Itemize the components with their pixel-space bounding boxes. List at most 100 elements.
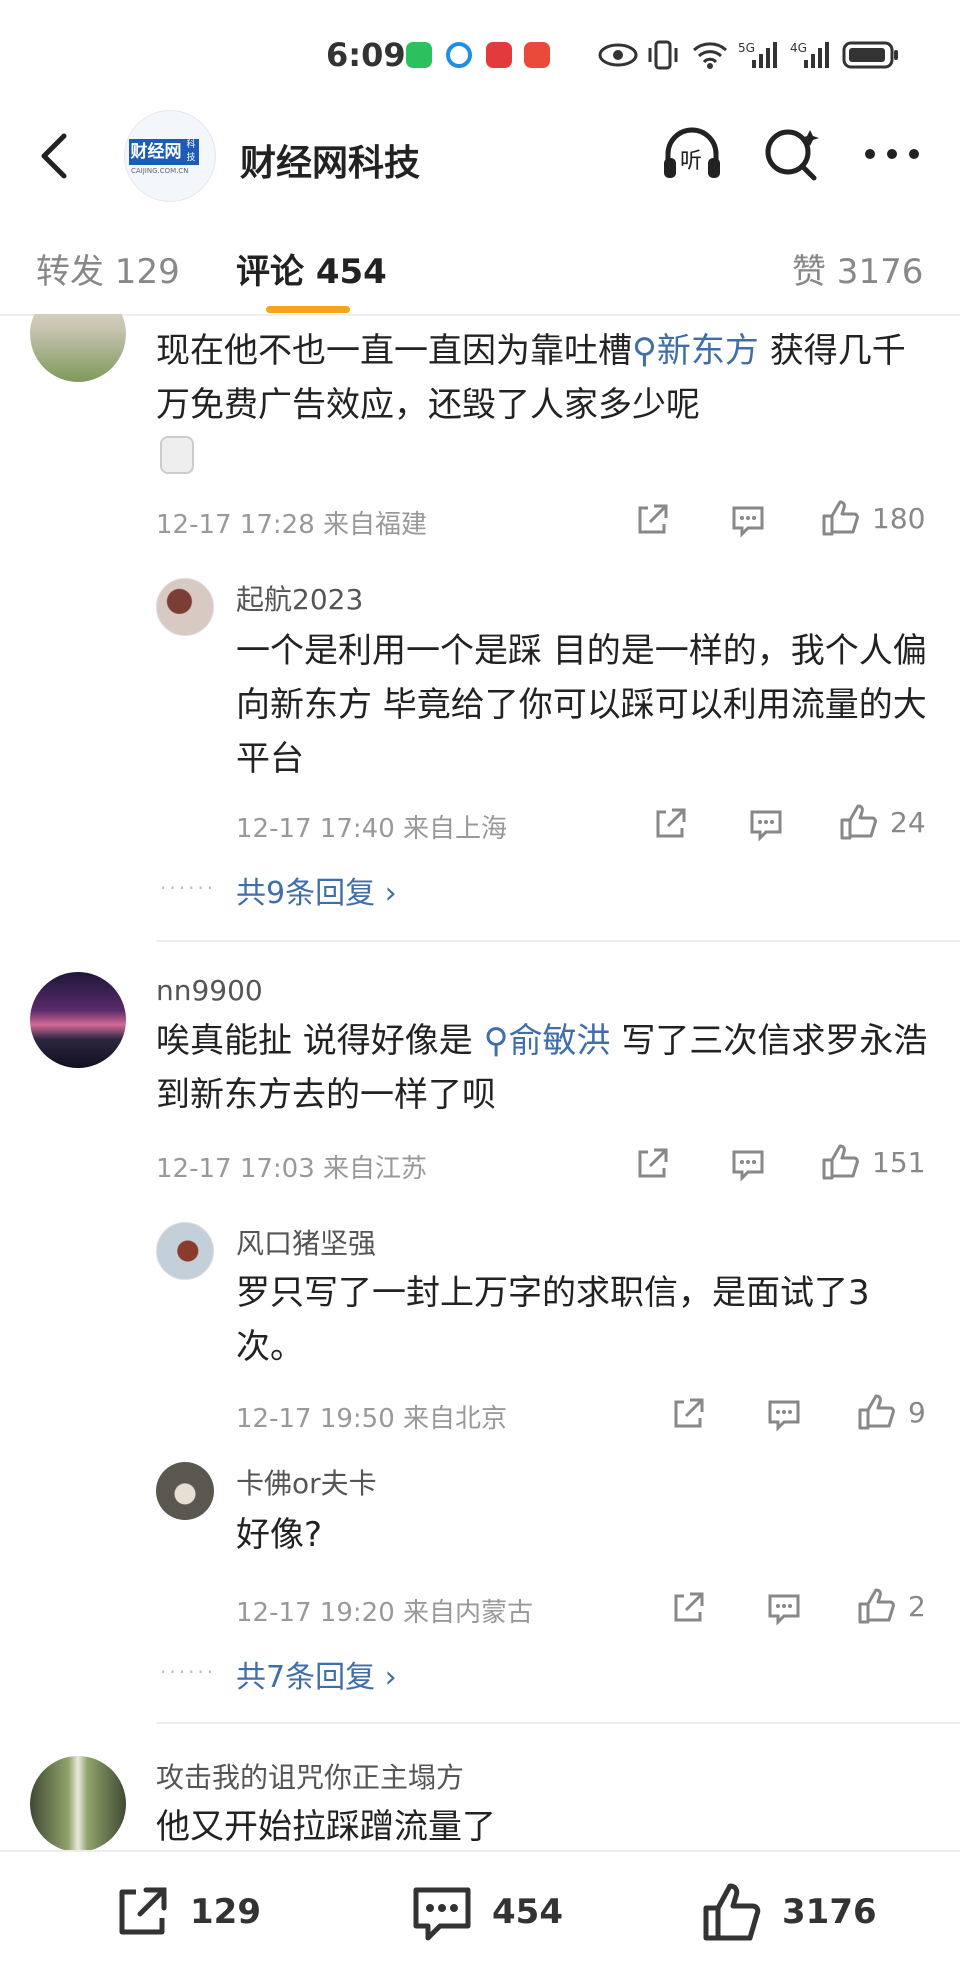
user-avatar[interactable]: [30, 972, 126, 1068]
listen-headphones-icon[interactable]: 听: [660, 122, 724, 186]
back-arrow-icon[interactable]: [26, 126, 86, 186]
comment-bubble-icon: [413, 1887, 471, 1941]
bottom-comment-button[interactable]: 454: [410, 1882, 563, 1942]
comment-divider: [156, 1722, 960, 1724]
search-icon[interactable]: [760, 122, 824, 186]
comment-icon: [732, 1150, 764, 1182]
like-count: 151: [872, 1145, 926, 1179]
comment-icon: [750, 810, 782, 842]
thumbs-up-icon: [858, 1394, 895, 1430]
user-avatar[interactable]: [30, 1756, 126, 1852]
thumbs-up-icon: [858, 1588, 895, 1624]
topic-link-xindongfang[interactable]: ⚲新东方: [632, 331, 759, 371]
share-icon: [674, 1398, 704, 1428]
like-count: 2: [908, 1589, 926, 1623]
emoji-sticker-icon: [160, 436, 194, 474]
reply-username[interactable]: 卡佛or夫卡: [236, 1462, 377, 1502]
like-count: 24: [890, 805, 926, 839]
repost-button[interactable]: [652, 804, 688, 844]
comment-username[interactable]: 攻击我的诅咒你正主塌方: [156, 1756, 464, 1796]
reply-text: 好像?: [236, 1515, 323, 1555]
comment-text: 现在他不也一直一直因为靠吐槽⚲新东方 获得几千万免费广告效应，还毁了人家多少呢: [156, 324, 936, 432]
tab-reposts[interactable]: 转发 129: [36, 244, 180, 293]
reply-meta: 12-17 19:50 来自北京: [236, 1404, 508, 1434]
comment-username[interactable]: nn9900: [156, 974, 263, 1007]
like-button[interactable]: 180: [820, 498, 925, 538]
listen-label: 听: [680, 149, 702, 174]
topic-link-label: 俞敏洪: [508, 1021, 611, 1061]
tab-likes[interactable]: 赞 3176: [792, 244, 923, 293]
reply-meta: 12-17 17:40 来自上海: [236, 814, 508, 844]
weibo-comments-screen: 6:09 5G 4G 财经网 科技 CAIJING.COM.CN 财经网科技 听…: [0, 0, 960, 1980]
reply-text: 一个是利用一个是踩 目的是一样的，我个人偏向新东方 毕竟给了你可以踩可以利用流量…: [236, 631, 927, 779]
reply-username[interactable]: 风口猪坚强: [236, 1222, 376, 1262]
like-button[interactable]: 9: [856, 1392, 926, 1432]
repost-button[interactable]: [634, 1144, 670, 1184]
comment-meta: 12-17 17:28 来自福建: [156, 510, 428, 540]
topic-link-yuminhong[interactable]: ⚲俞敏洪: [484, 1021, 611, 1061]
comment-text-part: 唉真能扯 说得好像是: [156, 1021, 473, 1061]
account-avatar[interactable]: 财经网 科技 CAIJING.COM.CN: [124, 110, 216, 202]
thumbs-up-icon: [822, 1144, 859, 1180]
tab-comments[interactable]: 评论 454: [236, 244, 387, 293]
reply-button[interactable]: [748, 804, 784, 844]
like-button[interactable]: 2: [856, 1586, 926, 1626]
like-button[interactable]: 24: [838, 802, 926, 842]
dots-decoration: ······: [160, 1660, 217, 1684]
like-count: 3176: [782, 1892, 877, 1932]
logo-subtext: CAIJING.COM.CN: [131, 167, 189, 175]
app-notification-icon: [524, 42, 550, 68]
reply-button[interactable]: [766, 1588, 802, 1628]
more-options-icon[interactable]: [860, 122, 924, 186]
repost-button[interactable]: [634, 500, 670, 540]
thumbs-up-icon: [822, 500, 859, 536]
reply-avatar[interactable]: [156, 1222, 214, 1280]
share-icon: [638, 504, 668, 534]
status-time: 6:09: [326, 36, 406, 74]
share-icon: [656, 808, 686, 838]
bottom-repost-button[interactable]: 129: [112, 1882, 261, 1942]
reply-avatar[interactable]: [156, 578, 214, 636]
status-bar: 6:09 5G 4G: [0, 28, 960, 84]
battery-icon: [842, 41, 898, 69]
thumbs-up-icon: [840, 804, 877, 840]
topic-link-label: 新东方: [656, 331, 759, 371]
signal-5g-icon: 5G: [738, 41, 777, 68]
svg-text:4G: 4G: [790, 41, 807, 55]
repost-button[interactable]: [670, 1394, 706, 1434]
account-name[interactable]: 财经网科技: [240, 134, 420, 186]
share-icon: [674, 1592, 704, 1622]
svg-text:5G: 5G: [738, 41, 755, 55]
browser-icon: [446, 42, 472, 68]
comment-icon: [768, 1594, 800, 1626]
eye-icon: [598, 43, 638, 67]
signal-4g-icon: 4G: [790, 41, 829, 68]
comment-count: 454: [492, 1892, 563, 1932]
bottom-like-button[interactable]: 3176: [700, 1882, 877, 1942]
like-button[interactable]: 151: [820, 1142, 925, 1182]
comment-meta: 12-17 17:03 来自江苏: [156, 1154, 428, 1184]
reply-meta: 12-17 19:20 来自内蒙古: [236, 1598, 534, 1628]
comment-icon: [768, 1400, 800, 1432]
thumbs-up-icon: [703, 1883, 761, 1941]
repost-button[interactable]: [670, 1588, 706, 1628]
comment-text: 他又开始拉踩蹭流量了: [156, 1807, 496, 1847]
reply-button[interactable]: [730, 500, 766, 540]
repost-icon: [119, 1887, 167, 1935]
more-replies-link[interactable]: 共9条回复 ›: [236, 868, 397, 912]
reply-button[interactable]: [730, 1144, 766, 1184]
more-replies-link[interactable]: 共7条回复 ›: [236, 1652, 397, 1696]
reply-button[interactable]: [766, 1394, 802, 1434]
reply-username[interactable]: 起航2023: [236, 578, 363, 618]
logo-side-text: 科技: [183, 139, 199, 165]
repost-count: 129: [190, 1892, 261, 1932]
like-count: 180: [872, 501, 926, 535]
reply-text: 罗只写了一封上万字的求职信，是面试了3次。: [236, 1273, 870, 1367]
comment-icon: [732, 506, 764, 538]
active-tab-indicator: [266, 306, 350, 313]
comment-text: 唉真能扯 说得好像是 ⚲俞敏洪 写了三次信求罗永浩到新东方去的一样了呗: [156, 1014, 936, 1122]
wechat-icon: [406, 42, 432, 68]
reply-avatar[interactable]: [156, 1462, 214, 1520]
netease-music-icon: [486, 42, 512, 68]
bottom-action-bar: 129 454 3176: [0, 1850, 960, 1980]
